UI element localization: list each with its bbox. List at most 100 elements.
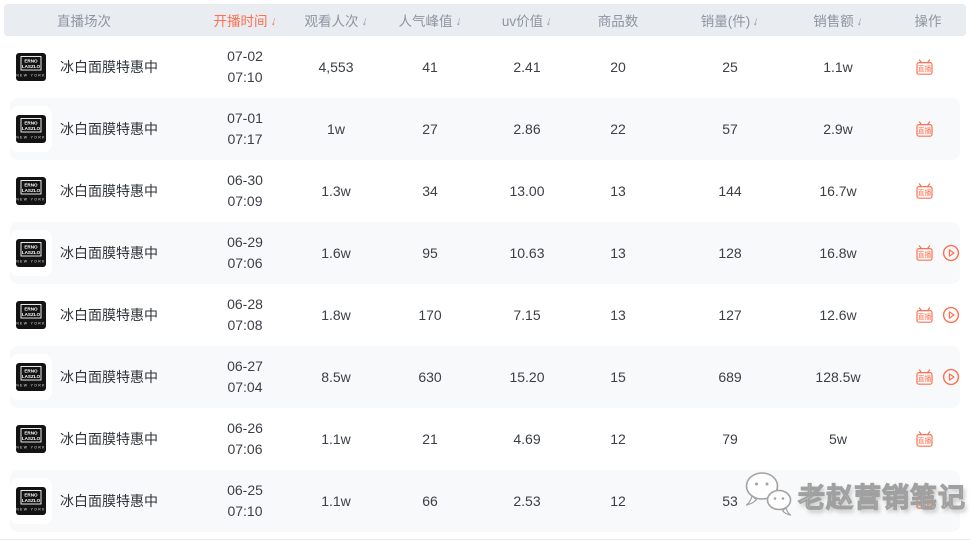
products-cell: 15 xyxy=(566,369,670,385)
svg-text:ERNO: ERNO xyxy=(24,182,38,187)
column-header-sales[interactable]: 销量(件) ↓ xyxy=(670,6,790,30)
sales-cell: 79 xyxy=(670,431,790,447)
session-thumbnail[interactable]: ERNO LASZLO NEW YORK xyxy=(10,416,52,462)
brand-logo-thumbnail: ERNO LASZLO NEW YORK xyxy=(16,487,46,515)
start-date: 06-26 xyxy=(190,418,300,439)
column-header-revenue[interactable]: 销售额 ↓ xyxy=(790,6,886,30)
start-clock: 07:06 xyxy=(190,253,300,274)
session-cell: ERNO LASZLO NEW YORK 冰白面膜特惠中 xyxy=(0,478,190,524)
uv-value-cell: 2.41 xyxy=(488,59,566,75)
column-header-uv_value[interactable]: uv价值 ↓ xyxy=(488,6,566,30)
column-header-start_time[interactable]: 开播时间 ↓ xyxy=(190,6,300,30)
revenue-cell: 2.9w xyxy=(790,121,886,137)
sales-cell: 25 xyxy=(670,59,790,75)
column-header-peak[interactable]: 人气峰值 ↓ xyxy=(372,6,488,30)
session-thumbnail[interactable]: ERNO LASZLO NEW YORK xyxy=(10,168,52,214)
svg-text:NEW YORK: NEW YORK xyxy=(16,322,46,326)
session-title[interactable]: 冰白面膜特惠中 xyxy=(60,57,158,77)
viewers-cell: 1w xyxy=(300,121,372,137)
sales-cell: 689 xyxy=(670,369,790,385)
svg-text:NEW YORK: NEW YORK xyxy=(16,136,46,140)
session-thumbnail[interactable]: ERNO LASZLO NEW YORK xyxy=(10,292,52,338)
revenue-cell: 12.6w xyxy=(790,307,886,323)
column-header-label: uv价值 xyxy=(502,10,543,30)
session-title[interactable]: 冰白面膜特惠中 xyxy=(60,429,158,449)
svg-text:NEW YORK: NEW YORK xyxy=(16,260,46,264)
viewers-cell: 4,553 xyxy=(300,59,372,75)
sort-descending-icon[interactable]: ↓ xyxy=(545,14,554,28)
sort-descending-icon[interactable]: ↓ xyxy=(855,14,864,28)
start-time-cell: 06-29 07:06 xyxy=(190,232,300,274)
revenue-cell: 1.1w xyxy=(790,59,886,75)
svg-text:ERNO: ERNO xyxy=(24,306,38,311)
session-cell: ERNO LASZLO NEW YORK 冰白面膜特惠中 xyxy=(0,106,190,152)
live-stream-icon[interactable]: 直播 xyxy=(916,59,933,75)
sort-descending-icon[interactable]: ↓ xyxy=(269,14,278,28)
session-title[interactable]: 冰白面膜特惠中 xyxy=(60,243,158,263)
session-title[interactable]: 冰白面膜特惠中 xyxy=(60,119,158,139)
svg-text:NEW YORK: NEW YORK xyxy=(16,508,46,512)
session-title[interactable]: 冰白面膜特惠中 xyxy=(60,491,158,511)
table-row: ERNO LASZLO NEW YORK 冰白面膜特惠中 06-29 07:06… xyxy=(0,222,970,284)
table-row: ERNO LASZLO NEW YORK 冰白面膜特惠中 06-25 07:10… xyxy=(0,470,970,532)
svg-text:ERNO: ERNO xyxy=(24,430,38,435)
session-title[interactable]: 冰白面膜特惠中 xyxy=(60,181,158,201)
svg-text:LASZLO: LASZLO xyxy=(22,498,41,503)
table-header-row: 直播场次 开播时间 ↓ 观看人次 ↓ 人气峰值 ↓ uv价值 ↓ 商品数 销量(… xyxy=(0,0,970,36)
brand-logo-thumbnail: ERNO LASZLO NEW YORK xyxy=(16,115,46,143)
start-time-cell: 06-28 07:08 xyxy=(190,294,300,336)
sort-descending-icon[interactable]: ↓ xyxy=(454,14,463,28)
sort-descending-icon[interactable]: ↓ xyxy=(752,14,761,28)
live-stream-icon[interactable]: 直播 xyxy=(916,121,933,137)
actions-cell: 直播 xyxy=(886,121,970,137)
session-thumbnail[interactable]: ERNO LASZLO NEW YORK xyxy=(10,44,52,90)
svg-text:ERNO: ERNO xyxy=(24,244,38,249)
live-stream-icon[interactable]: 直播 xyxy=(916,183,933,199)
session-title[interactable]: 冰白面膜特惠中 xyxy=(60,367,158,387)
start-clock: 07:17 xyxy=(190,129,300,150)
viewers-cell: 1.3w xyxy=(300,183,372,199)
live-stream-icon[interactable]: 直播 xyxy=(916,369,933,385)
products-cell: 13 xyxy=(566,183,670,199)
live-stream-icon[interactable]: 直播 xyxy=(916,431,933,447)
session-thumbnail[interactable]: ERNO LASZLO NEW YORK xyxy=(10,354,52,400)
peak-cell: 41 xyxy=(372,59,488,75)
session-cell: ERNO LASZLO NEW YORK 冰白面膜特惠中 xyxy=(0,292,190,338)
column-header-label: 开播时间 xyxy=(214,10,268,30)
brand-logo-thumbnail: ERNO LASZLO NEW YORK xyxy=(16,425,46,453)
column-header-label: 人气峰值 xyxy=(399,10,453,30)
uv-value-cell: 2.53 xyxy=(488,493,566,509)
uv-value-cell: 7.15 xyxy=(488,307,566,323)
svg-text:LASZLO: LASZLO xyxy=(22,250,41,255)
session-cell: ERNO LASZLO NEW YORK 冰白面膜特惠中 xyxy=(0,168,190,214)
start-time-cell: 06-26 07:06 xyxy=(190,418,300,460)
session-thumbnail[interactable]: ERNO LASZLO NEW YORK xyxy=(10,478,52,524)
session-title[interactable]: 冰白面膜特惠中 xyxy=(60,305,158,325)
svg-text:ERNO: ERNO xyxy=(24,368,38,373)
live-stream-icon[interactable]: 直播 xyxy=(916,307,933,323)
peak-cell: 95 xyxy=(372,245,488,261)
session-thumbnail[interactable]: ERNO LASZLO NEW YORK xyxy=(10,106,52,152)
actions-cell: 直播 xyxy=(886,493,970,509)
viewers-cell: 1.6w xyxy=(300,245,372,261)
live-stream-icon[interactable]: 直播 xyxy=(916,493,933,509)
replay-play-icon[interactable] xyxy=(942,244,960,262)
start-date: 06-27 xyxy=(190,356,300,377)
session-thumbnail[interactable]: ERNO LASZLO NEW YORK xyxy=(10,230,52,276)
svg-text:NEW YORK: NEW YORK xyxy=(16,74,46,78)
column-header-viewers[interactable]: 观看人次 ↓ xyxy=(300,6,372,30)
replay-play-icon[interactable] xyxy=(942,306,960,324)
svg-text:直播: 直播 xyxy=(918,312,932,321)
session-cell: ERNO LASZLO NEW YORK 冰白面膜特惠中 xyxy=(0,354,190,400)
live-stream-icon[interactable]: 直播 xyxy=(916,245,933,261)
svg-text:直播: 直播 xyxy=(918,436,932,445)
sort-descending-icon[interactable]: ↓ xyxy=(360,14,369,28)
column-header-session: 直播场次 xyxy=(0,6,190,30)
actions-cell: 直播 xyxy=(886,59,970,75)
replay-play-icon[interactable] xyxy=(942,368,960,386)
products-cell: 13 xyxy=(566,245,670,261)
start-clock: 07:10 xyxy=(190,501,300,522)
uv-value-cell: 10.63 xyxy=(488,245,566,261)
start-clock: 07:04 xyxy=(190,377,300,398)
svg-text:直播: 直播 xyxy=(918,126,932,135)
